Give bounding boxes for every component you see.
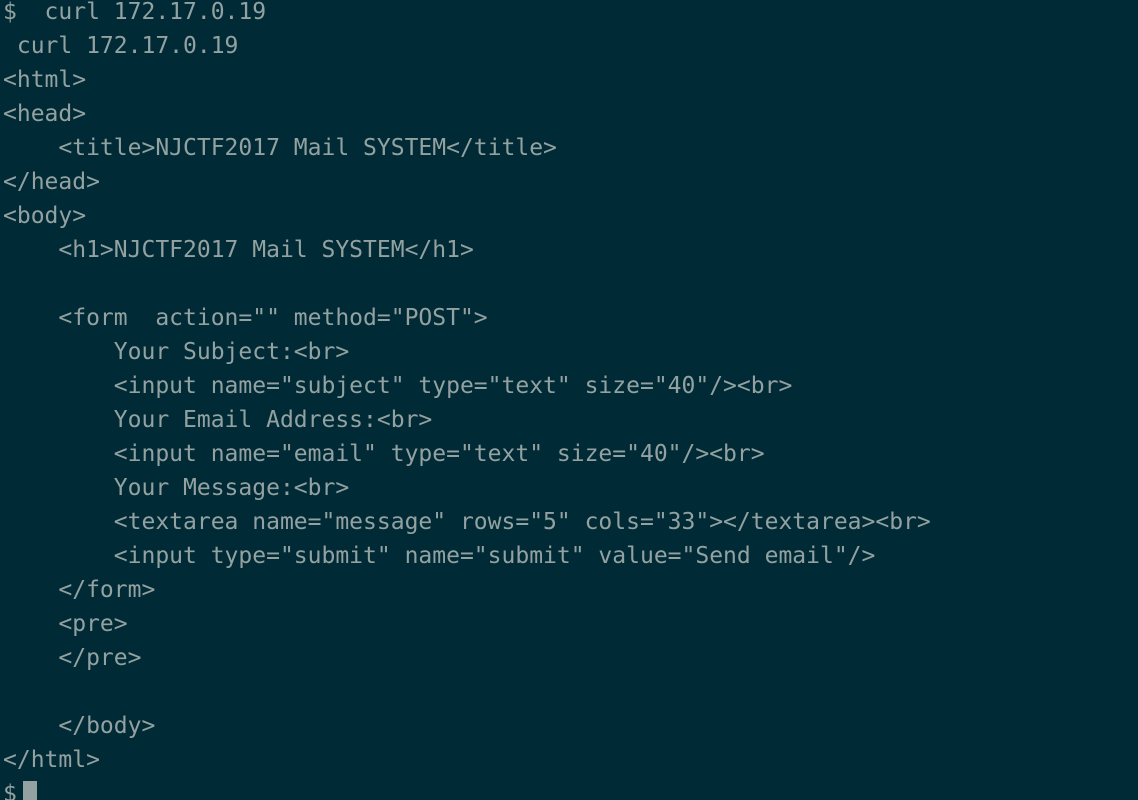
terminal-line: curl 172.17.0.19: [3, 33, 239, 59]
terminal-line: <input name="email" type="text" size="40…: [3, 441, 765, 467]
terminal-line: Your Email Address:<br>: [3, 407, 433, 433]
terminal-line: </html>: [3, 747, 100, 773]
terminal-line: <form action="" method="POST">: [3, 305, 488, 331]
terminal-line: <body>: [3, 203, 87, 229]
prompt-symbol: $: [3, 781, 17, 800]
terminal-line: Your Subject:<br>: [3, 339, 350, 365]
terminal-line: Your Message:<br>: [3, 475, 350, 501]
terminal-line: <input type="submit" name="submit" value…: [3, 543, 876, 569]
terminal-line: </pre>: [3, 645, 142, 671]
terminal-line: </body>: [3, 713, 156, 739]
terminal-output: $ curl 172.17.0.19 curl 172.17.0.19 <htm…: [3, 0, 931, 800]
terminal-line: </form>: [3, 577, 156, 603]
terminal-line: $ curl 172.17.0.19: [3, 0, 267, 25]
terminal-line: <h1>NJCTF2017 Mail SYSTEM</h1>: [3, 237, 474, 263]
terminal-line: <head>: [3, 101, 87, 127]
terminal-window[interactable]: $ curl 172.17.0.19 curl 172.17.0.19 <htm…: [0, 0, 1138, 800]
terminal-line: <textarea name="message" rows="5" cols="…: [3, 509, 931, 535]
terminal-line: </head>: [3, 169, 100, 195]
command-prompt-line[interactable]: $: [3, 777, 931, 800]
terminal-line: <pre>: [3, 611, 128, 637]
text-cursor[interactable]: [22, 781, 37, 800]
terminal-line: <title>NJCTF2017 Mail SYSTEM</title>: [3, 135, 557, 161]
terminal-line: <input name="subject" type="text" size="…: [3, 373, 793, 399]
terminal-line: <html>: [3, 67, 87, 93]
